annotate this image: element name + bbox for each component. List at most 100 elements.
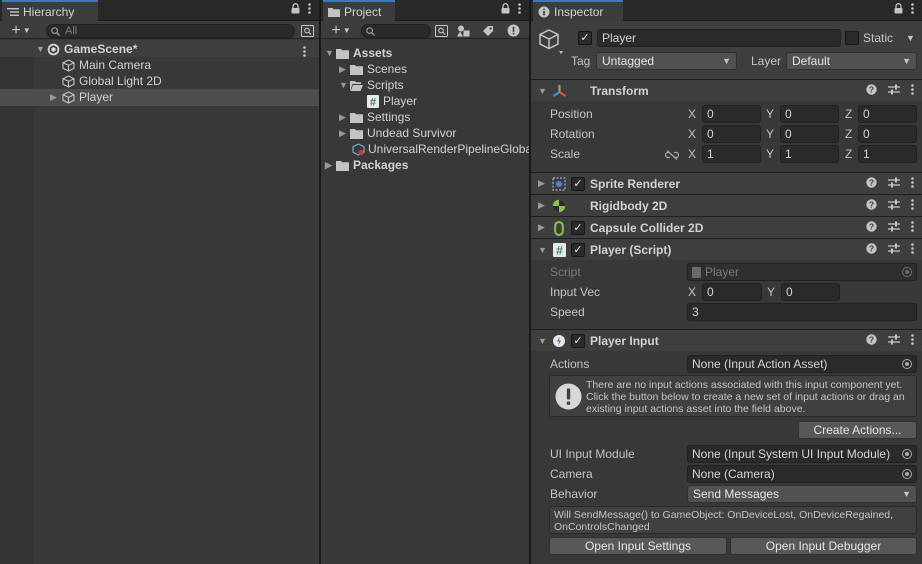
search-scene-button[interactable] bbox=[433, 22, 449, 39]
object-picker-icon[interactable] bbox=[902, 469, 912, 479]
static-dropdown-arrow-icon[interactable]: ▼ bbox=[906, 29, 915, 47]
help-icon[interactable]: ? bbox=[866, 84, 877, 98]
gameobject-icon-button[interactable] bbox=[538, 28, 564, 61]
tree-player-script[interactable]: # Player bbox=[367, 93, 417, 109]
tab-inspector[interactable]: Inspector bbox=[533, 0, 623, 21]
project-search-input[interactable] bbox=[361, 24, 431, 38]
tree-packages[interactable]: ▶ Packages bbox=[325, 157, 408, 173]
tree-settings[interactable]: ▶ Settings bbox=[339, 109, 410, 125]
kebab-menu-icon[interactable] bbox=[911, 3, 914, 17]
create-dropdown-button[interactable]: + ▼ bbox=[6, 22, 36, 39]
hierarchy-item-main-camera[interactable]: Main Camera bbox=[62, 57, 151, 73]
object-name-field[interactable]: Player bbox=[597, 29, 841, 47]
constrain-proportions-icon[interactable] bbox=[664, 149, 680, 163]
input-vec-y-field[interactable]: 0 bbox=[781, 283, 840, 301]
kebab-menu-icon[interactable] bbox=[308, 3, 311, 17]
player-input-header[interactable]: ▼ ✓ Player Input ? bbox=[531, 329, 922, 351]
kebab-menu-icon[interactable] bbox=[518, 3, 521, 17]
help-icon[interactable]: ? bbox=[866, 199, 877, 213]
kebab-menu-icon[interactable] bbox=[911, 199, 914, 213]
camera-field[interactable]: None (Camera) bbox=[687, 465, 917, 483]
expanded-arrow-icon: ▼ bbox=[325, 48, 334, 58]
help-icon[interactable]: ? bbox=[866, 243, 877, 257]
layer-label: Layer bbox=[751, 54, 782, 68]
sprite-renderer-enabled-checkbox[interactable]: ✓ bbox=[571, 177, 585, 191]
lock-icon[interactable] bbox=[894, 3, 903, 17]
scale-z-field[interactable]: 1 bbox=[858, 145, 917, 163]
rotation-y-field[interactable]: 0 bbox=[780, 125, 839, 143]
capsule-collider-header[interactable]: ▶ ✓ Capsule Collider 2D ? bbox=[531, 216, 922, 238]
lock-icon[interactable] bbox=[501, 3, 510, 17]
create-actions-button[interactable]: Create Actions... bbox=[798, 421, 917, 439]
rotation-x-field[interactable]: 0 bbox=[702, 125, 761, 143]
open-input-settings-button[interactable]: Open Input Settings bbox=[549, 537, 727, 555]
static-checkbox[interactable] bbox=[845, 31, 859, 45]
hierarchy-search-input[interactable]: All bbox=[46, 24, 295, 38]
kebab-menu-icon[interactable] bbox=[911, 177, 914, 191]
scene-kebab-icon[interactable] bbox=[303, 44, 306, 58]
collapsed-arrow-icon: ▶ bbox=[538, 200, 545, 210]
svg-text:?: ? bbox=[869, 85, 874, 95]
scene-visibility-button[interactable] bbox=[300, 22, 314, 39]
list-icon bbox=[7, 7, 19, 17]
help-icon[interactable]: ? bbox=[866, 221, 877, 235]
tree-scripts[interactable]: ▼ Scripts bbox=[339, 77, 404, 93]
object-picker-icon[interactable] bbox=[902, 359, 912, 369]
player-script-enabled-checkbox[interactable]: ✓ bbox=[571, 243, 585, 257]
presets-icon[interactable] bbox=[888, 334, 900, 348]
kebab-menu-icon[interactable] bbox=[911, 334, 914, 348]
presets-icon[interactable] bbox=[888, 84, 900, 98]
rotation-z-field[interactable]: 0 bbox=[858, 125, 917, 143]
hierarchy-item-global-light[interactable]: Global Light 2D bbox=[62, 73, 162, 89]
transform-header[interactable]: ▼ Transform ? bbox=[531, 79, 922, 101]
layer-dropdown[interactable]: Default ▼ bbox=[786, 52, 917, 70]
object-picker-icon[interactable] bbox=[902, 449, 912, 459]
ui-input-module-field[interactable]: None (Input System UI Input Module) bbox=[687, 445, 917, 463]
tab-project[interactable]: Project bbox=[323, 0, 395, 21]
tab-hierarchy[interactable]: Hierarchy bbox=[2, 0, 98, 21]
hierarchy-item-player[interactable]: ▶ Player bbox=[50, 89, 113, 105]
open-input-debugger-button[interactable]: Open Input Debugger bbox=[730, 537, 917, 555]
scene-row[interactable]: ▼ GameScene* bbox=[36, 41, 137, 57]
tree-label: Packages bbox=[353, 158, 409, 172]
presets-icon[interactable] bbox=[888, 221, 900, 235]
speed-field[interactable]: 3 bbox=[687, 303, 917, 321]
active-checkbox[interactable]: ✓ bbox=[578, 31, 592, 45]
console-warning-button[interactable] bbox=[504, 22, 522, 39]
project-create-button[interactable]: + ▼ bbox=[326, 22, 356, 39]
position-y-field[interactable]: 0 bbox=[780, 105, 839, 123]
presets-icon[interactable] bbox=[888, 199, 900, 213]
capsule-collider-enabled-checkbox[interactable]: ✓ bbox=[571, 221, 585, 235]
rigidbody-header[interactable]: ▶ Rigidbody 2D ? bbox=[531, 194, 922, 216]
help-icon[interactable]: ? bbox=[866, 177, 877, 191]
kebab-menu-icon[interactable] bbox=[911, 243, 914, 257]
player-script-header[interactable]: ▼ # ✓ Player (Script) ? bbox=[531, 238, 922, 260]
actions-field[interactable]: None (Input Action Asset) bbox=[687, 355, 917, 373]
player-input-enabled-checkbox[interactable]: ✓ bbox=[571, 334, 585, 348]
tree-assets[interactable]: ▼ Assets bbox=[325, 45, 392, 61]
behavior-dropdown[interactable]: Send Messages ▼ bbox=[687, 485, 917, 503]
presets-icon[interactable] bbox=[888, 177, 900, 191]
scale-y-field[interactable]: 1 bbox=[780, 145, 839, 163]
sprite-renderer-header[interactable]: ▶ ✓ Sprite Renderer ? bbox=[531, 172, 922, 194]
input-vec-x-field[interactable]: 0 bbox=[702, 283, 762, 301]
tag-value: Untagged bbox=[602, 54, 655, 68]
presets-icon[interactable] bbox=[888, 243, 900, 257]
tree-urp-settings[interactable]: UniversalRenderPipelineGlobalSettings bbox=[352, 141, 529, 157]
axis-y-label: Y bbox=[766, 127, 775, 141]
position-x-field[interactable]: 0 bbox=[702, 105, 761, 123]
filter-by-label-button[interactable] bbox=[479, 22, 497, 39]
position-z-field[interactable]: 0 bbox=[858, 105, 917, 123]
tag-dropdown[interactable]: Untagged ▼ bbox=[596, 52, 737, 70]
scale-x-field[interactable]: 1 bbox=[702, 145, 761, 163]
tree-undead-survivor[interactable]: ▶ Undead Survivor bbox=[339, 125, 456, 141]
kebab-menu-icon[interactable] bbox=[911, 221, 914, 235]
kebab-menu-icon[interactable] bbox=[911, 84, 914, 98]
help-icon[interactable]: ? bbox=[866, 334, 877, 348]
axis-z-label: Z bbox=[845, 107, 853, 121]
warning-circle-icon bbox=[555, 383, 582, 413]
component-buttons: ? bbox=[866, 243, 914, 257]
lock-icon[interactable] bbox=[291, 3, 300, 17]
filter-by-type-button[interactable] bbox=[454, 22, 472, 39]
tree-scenes[interactable]: ▶ Scenes bbox=[339, 61, 407, 77]
